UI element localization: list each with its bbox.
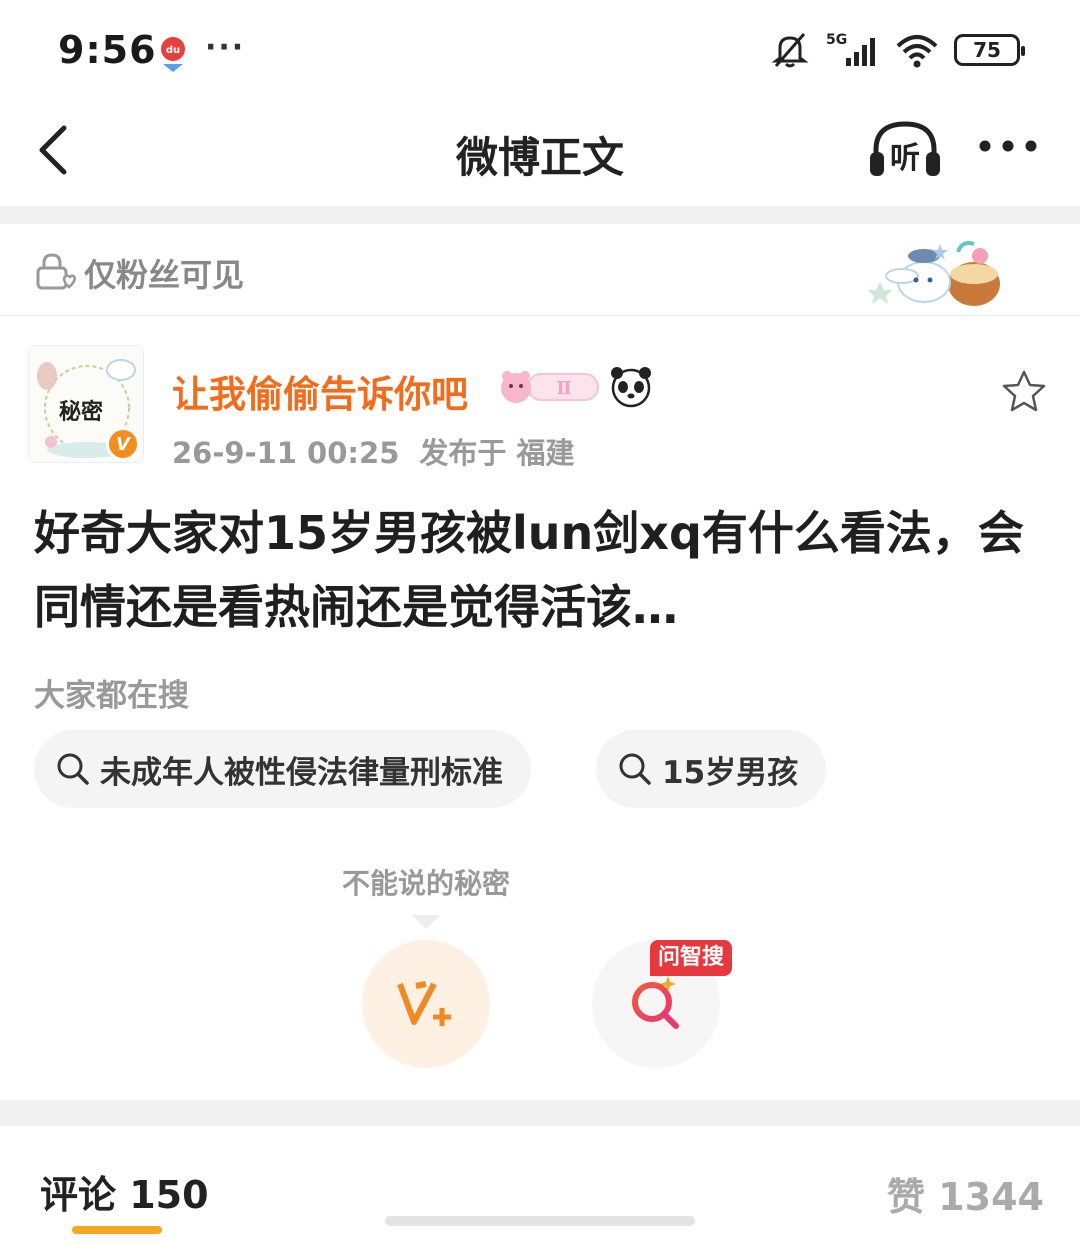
post-content: 好奇大家对15岁男孩被lun剑xq有什么看法，会同情还是看热闹还是觉得活该…	[34, 506, 1024, 634]
fans-only-bar: 仅粉丝可见	[0, 224, 1080, 316]
listen-headphone-icon[interactable]: 听	[866, 118, 944, 180]
wifi-icon	[896, 35, 938, 68]
panda-emoji-icon	[611, 367, 651, 408]
svg-text:听: 听	[890, 141, 920, 176]
section-divider	[0, 1100, 1080, 1126]
vplus-button[interactable]	[362, 940, 490, 1068]
battery-icon: 75	[954, 34, 1025, 66]
ai-search-tag: 问智搜	[650, 940, 733, 976]
search-chip-label: 未成年人被性侵法律量刑标准	[100, 754, 503, 791]
status-time: 9:56	[58, 28, 157, 72]
favorite-star-icon[interactable]	[1000, 368, 1048, 414]
search-icon	[619, 753, 651, 785]
cinnamoroll-sticker-icon	[868, 241, 1000, 306]
vip-badge-icon: V	[106, 427, 140, 461]
member-level-badge-icon: Ⅱ	[501, 371, 599, 403]
tab-likes[interactable]: 赞 1344	[887, 1166, 1044, 1221]
active-tab-indicator	[72, 1226, 162, 1234]
svg-text:du: du	[166, 45, 180, 56]
nav-bar: 微博正文 听	[0, 100, 1080, 206]
tooltip-arrow	[412, 915, 440, 929]
more-options-icon[interactable]	[975, 136, 1041, 156]
tab-comments[interactable]: 评论 150	[40, 1164, 209, 1219]
post-location: 发布于 福建	[419, 436, 575, 470]
map-app-icon: du	[161, 37, 185, 72]
search-chip-label: 15岁男孩	[662, 754, 799, 791]
home-indicator[interactable]	[385, 1214, 695, 1228]
svg-text:5G: 5G	[826, 32, 847, 48]
status-bar: 9:56 du ··· 5G 75	[0, 0, 1080, 100]
mute-bell-icon	[771, 33, 809, 68]
system-icons: 5G 75	[770, 30, 1025, 70]
trending-search-label: 大家都在搜	[34, 678, 189, 714]
status-more-icon: ···	[205, 30, 246, 65]
post-meta: 26-9-11 00:25 发布于 福建	[172, 430, 594, 472]
ai-search-icon	[632, 976, 679, 1029]
username[interactable]: 让我偷偷告诉你吧	[172, 364, 468, 418]
post-datetime: 26-9-11 00:25	[172, 436, 400, 470]
svg-text:Ⅱ: Ⅱ	[556, 378, 571, 399]
lock-heart-icon	[36, 253, 76, 290]
avatar-label: 秘密	[59, 400, 104, 425]
comment-tabs: 评论 150 赞 1344	[0, 1126, 1080, 1257]
section-divider	[0, 206, 1080, 224]
fans-only-label: 仅粉丝可见	[84, 256, 245, 294]
search-chip[interactable]: 15岁男孩	[596, 730, 827, 808]
search-chip[interactable]: 未成年人被性侵法律量刑标准	[34, 730, 531, 808]
search-icon	[57, 753, 89, 785]
signal-icon: 5G	[826, 32, 875, 66]
tooltip-text: 不能说的秘密	[341, 867, 510, 900]
vplus-icon	[397, 981, 451, 1026]
